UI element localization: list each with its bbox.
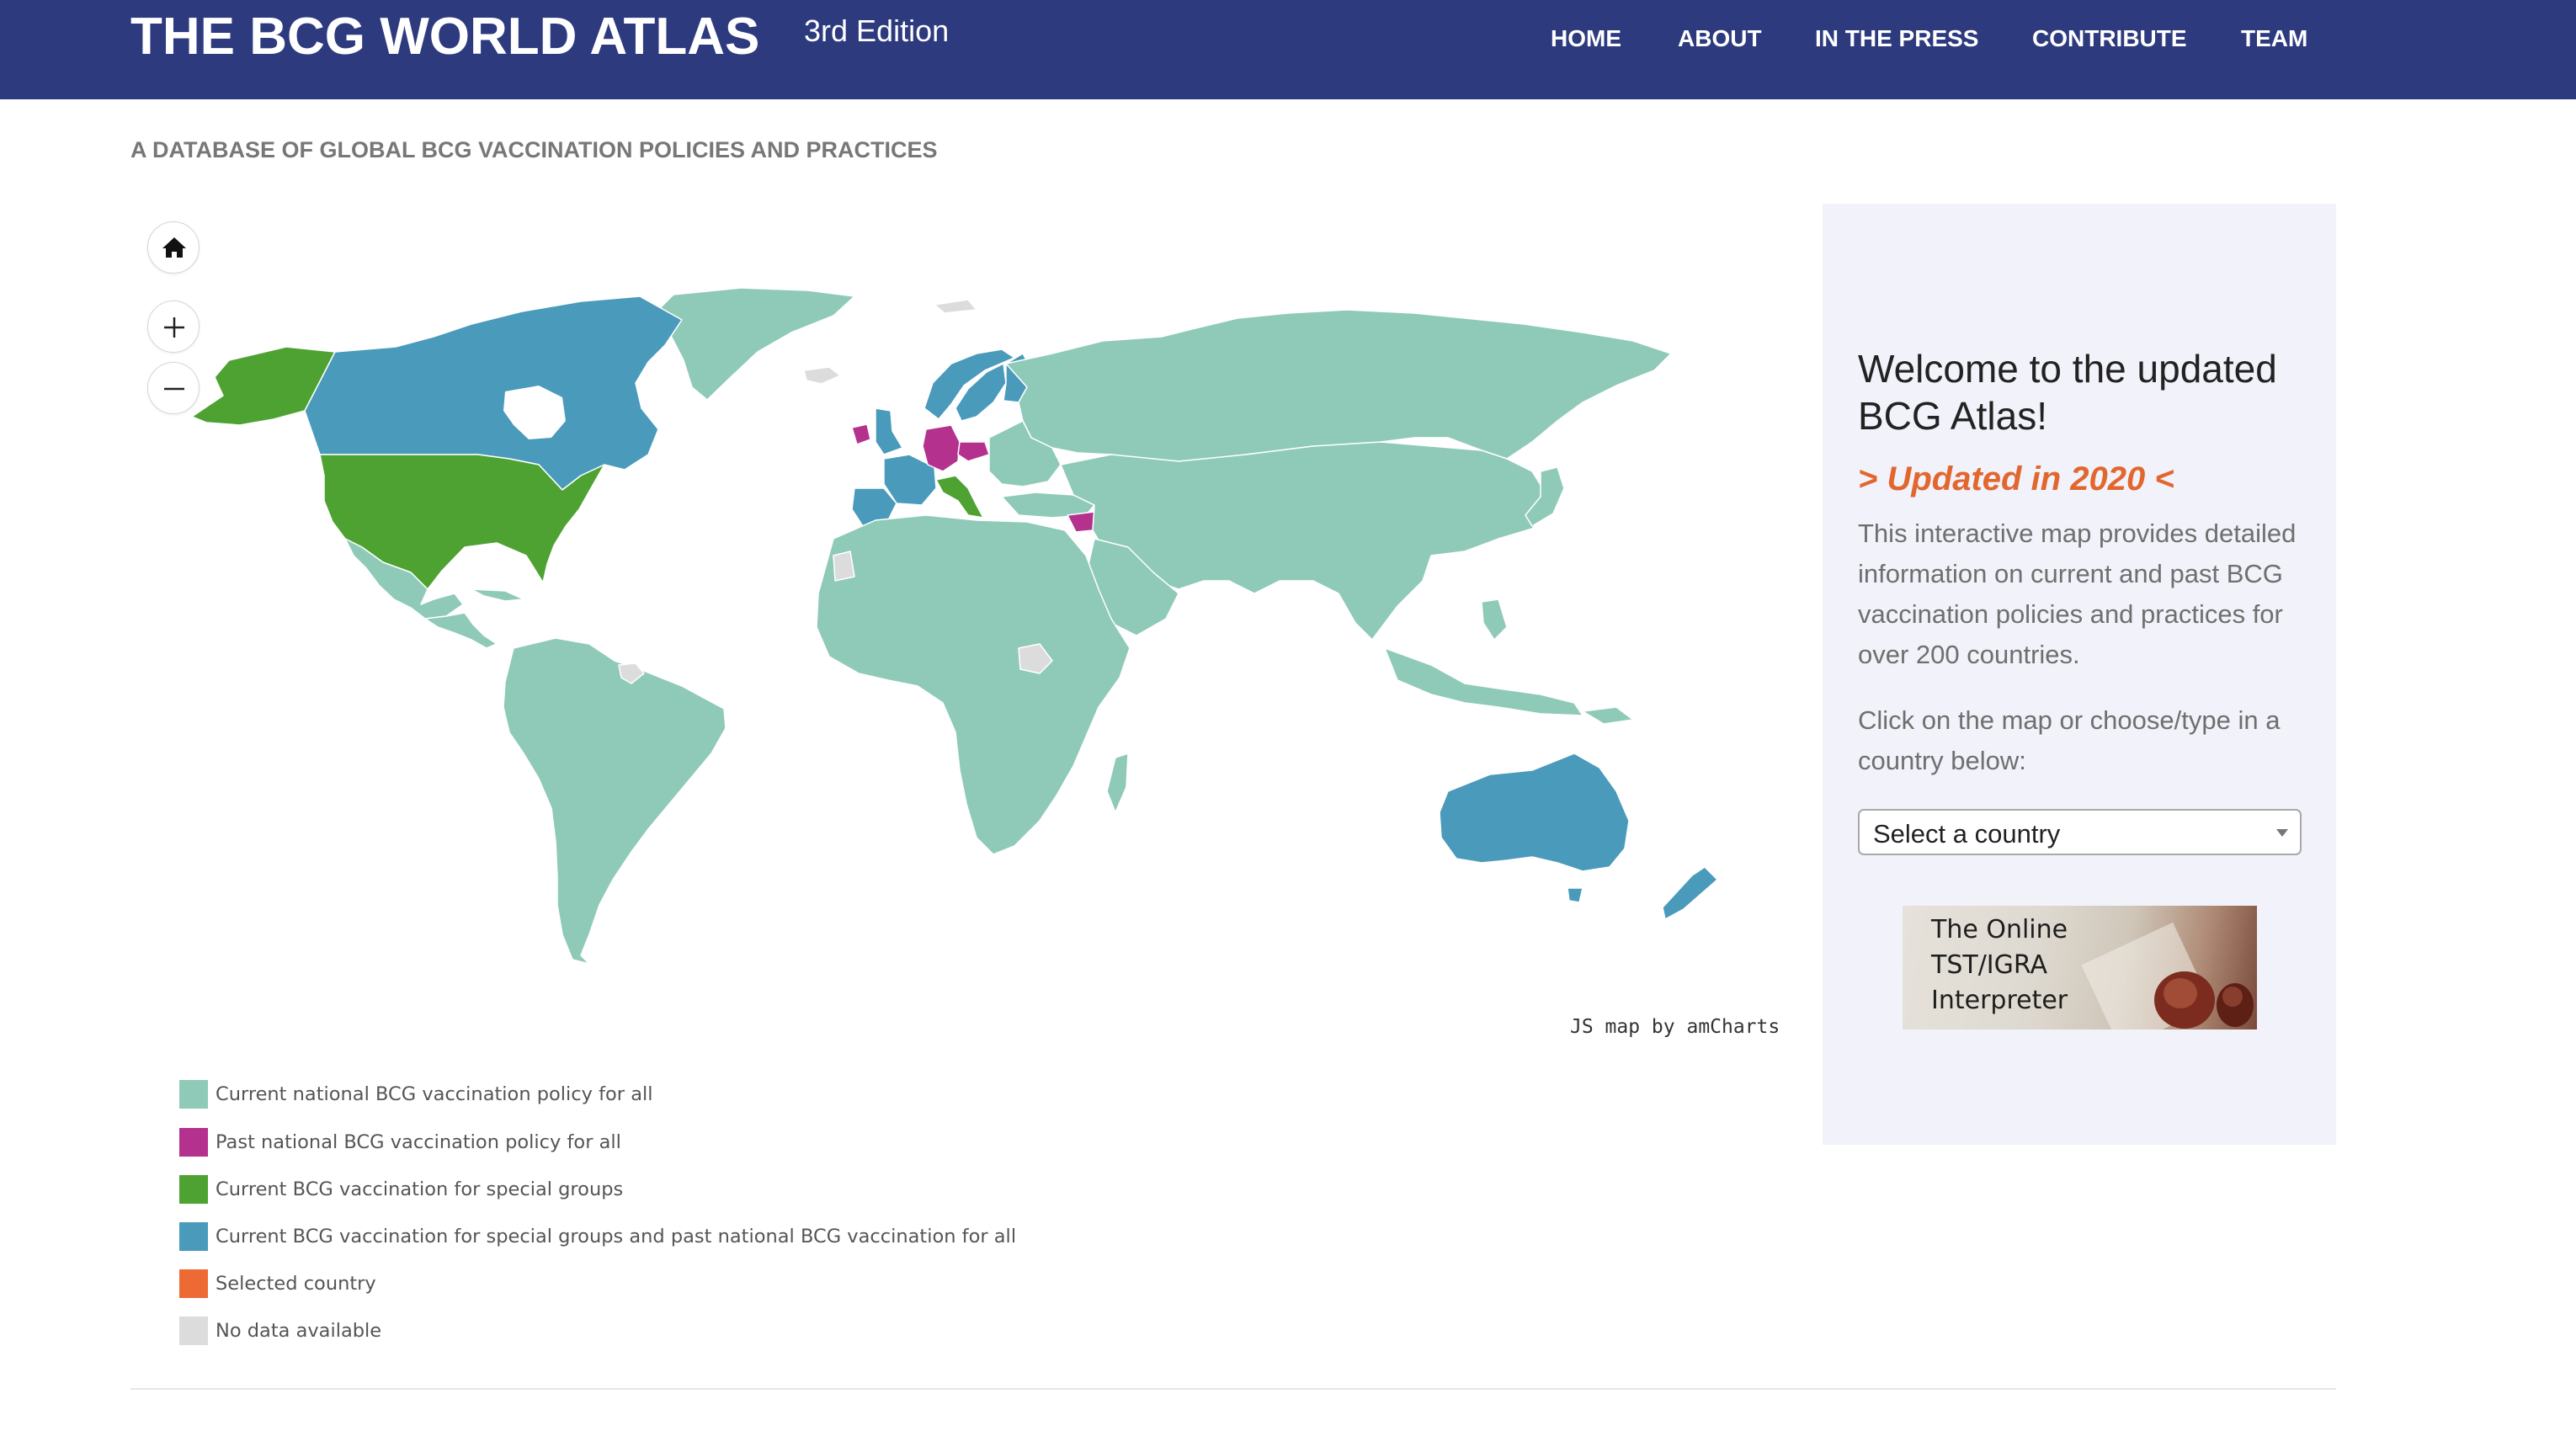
banner-text: The Online TST/IGRA Interpreter [1931,912,2068,1019]
legend-swatch [179,1222,208,1251]
country-papua-new-guinea[interactable] [1582,706,1634,725]
legend-label: Selected country [216,1273,376,1295]
country-south-america[interactable] [503,637,726,965]
legend-swatch [179,1269,208,1298]
country-tasmania[interactable] [1567,887,1583,903]
map-credit[interactable]: JS map by amCharts [1570,1016,1780,1038]
legend-swatch [179,1080,208,1109]
country-germany[interactable] [922,424,961,472]
welcome-heading: Welcome to the updated BCG Atlas! [1858,347,2277,438]
legend-label: Current BCG vaccination for special grou… [216,1178,624,1200]
country-czechia[interactable] [957,441,990,462]
banner-line: Interpreter [1931,986,2068,1015]
legend-label: No data available [216,1320,382,1342]
legend-label: Past national BCG vaccination policy for… [216,1131,621,1153]
info-panel: Welcome to the updated BCG Atlas! > Upda… [1823,204,2336,1145]
country-central-america[interactable] [424,612,498,649]
country-ireland[interactable] [851,423,871,445]
country-western-sahara[interactable] [833,551,855,582]
legend-swatch [179,1175,208,1204]
banner-line: TST/IGRA [1931,950,2048,980]
country-madagascar[interactable] [1106,753,1129,813]
footer-divider [130,1388,2336,1390]
legend-label: Current national BCG vaccination policy … [216,1083,653,1105]
country-syria[interactable] [1067,511,1095,533]
country-philippines[interactable] [1481,598,1508,641]
panel-description: This interactive map provides detailed i… [1858,519,2297,669]
panel-instruction: Click on the map or choose/type in a cou… [1858,705,2281,775]
country-cuba[interactable] [471,588,524,602]
legend-swatch [179,1128,208,1157]
country-svalbard[interactable] [934,299,977,314]
legend-swatch [179,1317,208,1345]
legend-label: Current BCG vaccination for special grou… [216,1226,1017,1247]
country-iceland[interactable] [803,366,841,385]
country-greenland[interactable] [660,287,855,401]
country-indonesia[interactable] [1384,647,1583,716]
updated-notice: > Updated in 2020 < [1858,460,2174,497]
tst-igra-interpreter-banner[interactable]: The Online TST/IGRA Interpreter [1903,906,2257,1029]
banner-line: The Online [1931,915,2068,944]
chevron-down-icon [2276,829,2288,837]
country-new-zealand[interactable] [1662,866,1718,920]
country-united-kingdom[interactable] [875,407,903,455]
country-italy[interactable] [935,475,984,519]
country-russia[interactable] [1005,309,1672,462]
country-select[interactable]: Select a country [1858,809,2302,855]
country-select-value: Select a country [1873,819,2061,848]
country-africa[interactable] [816,514,1131,855]
country-australia[interactable] [1439,753,1630,872]
